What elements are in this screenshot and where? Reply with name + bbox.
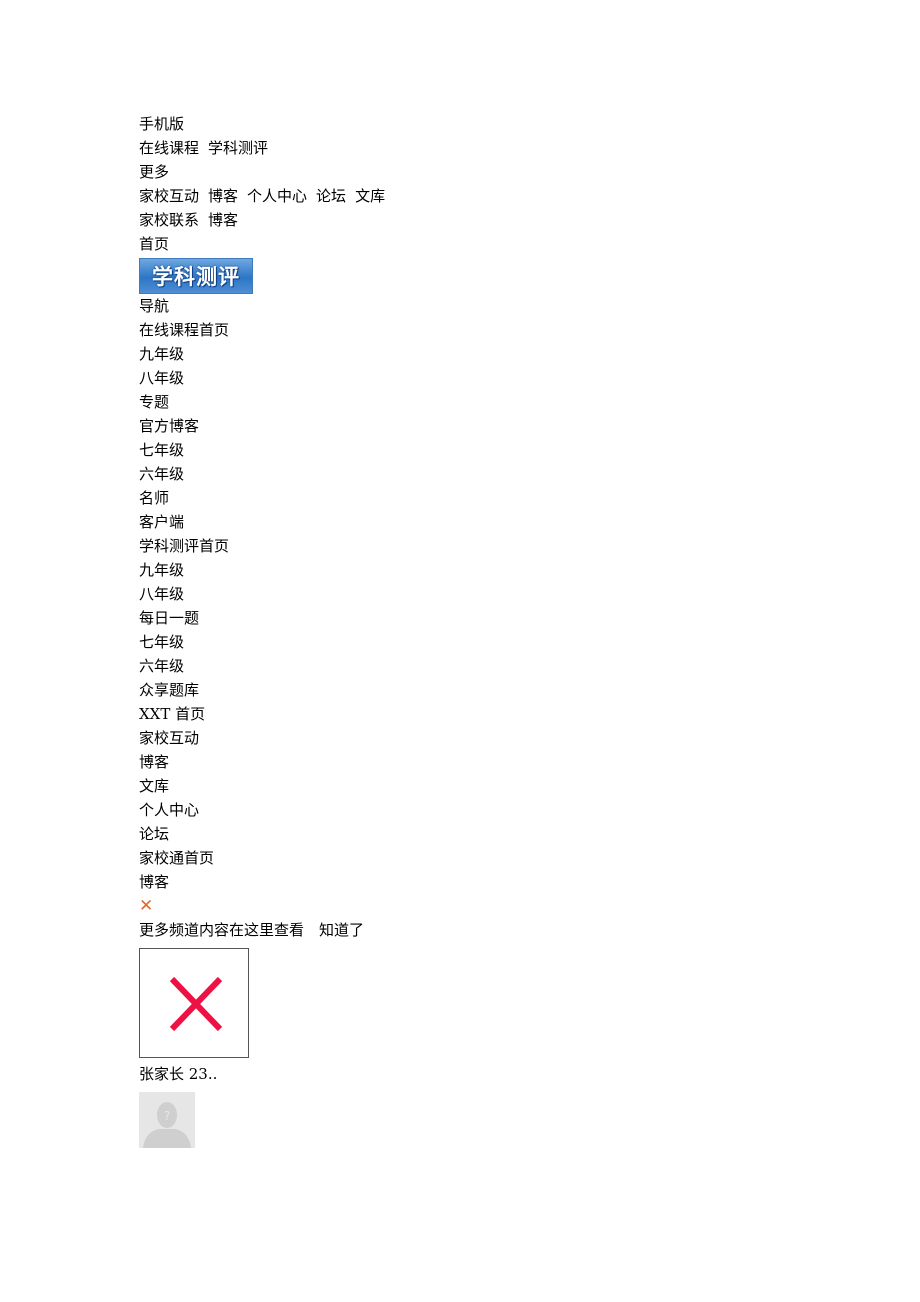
link-online-course[interactable]: 在线课程 (139, 139, 199, 157)
top-links-row-2: 家校互动 博客 个人中心 论坛 文库 (139, 184, 385, 208)
nav-item[interactable]: 博客 (139, 750, 385, 774)
more-link[interactable]: 更多 (139, 160, 385, 184)
home-link[interactable]: 首页 (139, 232, 385, 256)
nav-item[interactable]: 在线课程首页 (139, 318, 385, 342)
nav-item[interactable]: 八年级 (139, 366, 385, 390)
nav-item[interactable]: 家校互动 (139, 726, 385, 750)
subject-assessment-logo[interactable]: 学科测评 (139, 258, 253, 294)
nav-item[interactable]: 客户端 (139, 510, 385, 534)
nav-item[interactable]: 博客 (139, 870, 385, 894)
nav-title: 导航 (139, 297, 170, 315)
nav-item[interactable]: 家校通首页 (139, 846, 385, 870)
nav-item[interactable]: 九年级 (139, 342, 385, 366)
top-links-row-1: 在线课程 学科测评 (139, 136, 385, 160)
avatar-silhouette: ? (143, 1102, 191, 1148)
nav-item[interactable]: XXT 首页 (139, 702, 385, 726)
nav-item[interactable]: 八年级 (139, 582, 385, 606)
broken-image (139, 948, 249, 1058)
link-home-school-contact[interactable]: 家校联系 (139, 211, 199, 229)
link-library[interactable]: 文库 (355, 187, 385, 205)
link-blog[interactable]: 博客 (208, 187, 238, 205)
nav-item[interactable]: 个人中心 (139, 798, 385, 822)
broken-image-x-icon (169, 976, 223, 1032)
nav-item[interactable]: 每日一题 (139, 606, 385, 630)
nav-item[interactable]: 七年级 (139, 630, 385, 654)
logo-text: 学科测评 (152, 265, 240, 289)
link-home-school-interaction[interactable]: 家校互动 (139, 187, 199, 205)
nav-item[interactable]: 论坛 (139, 822, 385, 846)
close-icon[interactable]: ✕ (139, 894, 385, 918)
nav-item[interactable]: 六年级 (139, 462, 385, 486)
mobile-version-link[interactable]: 手机版 (139, 112, 385, 136)
nav-item[interactable]: 七年级 (139, 438, 385, 462)
nav-item[interactable]: 学科测评首页 (139, 534, 385, 558)
nav-item[interactable]: 九年级 (139, 558, 385, 582)
link-blog-2[interactable]: 博客 (208, 211, 238, 229)
nav-item[interactable]: 名师 (139, 486, 385, 510)
page-column: 手机版 在线课程 学科测评 更多 家校互动 博客 个人中心 论坛 文库 家校联系 博客 首页… (139, 112, 385, 1148)
nav-list: 在线课程首页 九年级 八年级 专题 官方博客 七年级 六年级 名师 客户端 学科… (139, 318, 385, 894)
top-links-row-3: 家校联系 博客 (139, 208, 385, 232)
nav-item[interactable]: 官方博客 (139, 414, 385, 438)
got-it-button[interactable]: 知道了 (319, 921, 364, 939)
tip-message: 更多频道内容在这里查看 (139, 921, 305, 939)
user-name[interactable]: 张家长 23.. (139, 1062, 385, 1086)
nav-item[interactable]: 文库 (139, 774, 385, 798)
default-avatar-icon[interactable]: ? (139, 1092, 195, 1148)
link-personal-center[interactable]: 个人中心 (247, 187, 307, 205)
tip-bar: 更多频道内容在这里查看 知道了 (139, 918, 385, 942)
nav-item[interactable]: 六年级 (139, 654, 385, 678)
svg-text:?: ? (164, 1109, 170, 1123)
nav-item[interactable]: 众享题库 (139, 678, 385, 702)
link-forum[interactable]: 论坛 (316, 187, 346, 205)
link-subject-assessment[interactable]: 学科测评 (208, 139, 268, 157)
nav-item[interactable]: 专题 (139, 390, 385, 414)
